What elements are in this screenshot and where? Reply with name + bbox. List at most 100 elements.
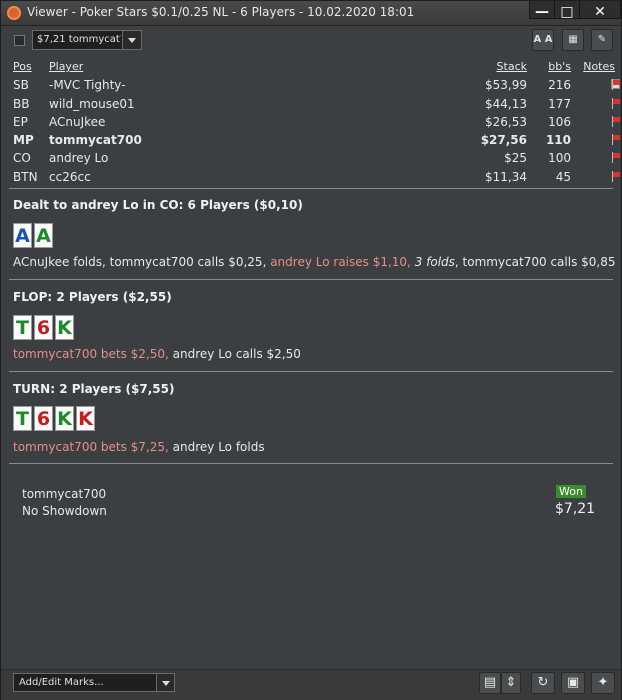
- grid-icon: ▦: [568, 34, 578, 45]
- player-bbs: 45: [555, 169, 571, 184]
- player-pos: BTN: [13, 169, 38, 184]
- flop-title: FLOP: 2 Players ($2,55): [13, 290, 172, 304]
- player-pos: EP: [13, 114, 28, 129]
- header-player[interactable]: Player: [49, 60, 83, 73]
- hand-selector-dropdown[interactable]: $7,21 tommycat700: [32, 30, 142, 50]
- title-bar[interactable]: Viewer - Poker Stars $0.1/0.25 NL - 6 Pl…: [1, 1, 621, 26]
- player-row[interactable]: BTN cc26cc $11,34 45: [13, 169, 620, 187]
- divider: [9, 463, 613, 464]
- player-bbs: 100: [548, 151, 571, 166]
- hole-cards: A A: [13, 223, 55, 248]
- card: A: [13, 223, 32, 248]
- player-stack: $27,56: [480, 133, 527, 148]
- preflop-actions: ACnuJkee folds, tommycat700 calls $0,25,…: [13, 255, 616, 269]
- header-pos[interactable]: Pos: [13, 60, 32, 73]
- window-title: Viewer - Poker Stars $0.1/0.25 NL - 6 Pl…: [27, 5, 415, 19]
- turn-cards: T 6 K K: [13, 406, 97, 431]
- action-text-highlight: tommycat700 bets $7,25,: [13, 440, 169, 454]
- card: K: [76, 406, 95, 431]
- divider: [9, 371, 613, 372]
- format-stepper[interactable]: ⇕: [501, 672, 521, 694]
- hand-selector-value: $7,21 tommycat700: [37, 34, 121, 45]
- viewer-toolbar: $7,21 tommycat700 A A ▦ ✎: [5, 29, 617, 51]
- bottom-bar: Add/Edit Marks... ▤ ⇕ ↻ ▣ ✦: [1, 669, 621, 700]
- player-pos: BB: [13, 96, 30, 111]
- up-down-icon: ⇕: [505, 675, 517, 690]
- flag-icon[interactable]: [611, 170, 621, 182]
- card: K: [55, 315, 74, 340]
- minimize-icon: —: [535, 4, 549, 20]
- card: T: [13, 315, 32, 340]
- pencil-icon: ✎: [597, 34, 607, 45]
- player-bbs: 106: [548, 114, 571, 129]
- hand-selector-arrow[interactable]: [122, 31, 141, 49]
- save-icon: ▣: [566, 675, 580, 690]
- clipboard-button[interactable]: ▤: [479, 672, 501, 694]
- player-bbs: 216: [548, 78, 571, 93]
- marks-dropdown-value: Add/Edit Marks...: [19, 677, 104, 688]
- hand-checkbox[interactable]: [14, 35, 25, 46]
- card-style-button[interactable]: A A: [532, 29, 554, 51]
- flag-icon[interactable]: [611, 79, 621, 91]
- player-stack: $44,13: [485, 96, 527, 111]
- flag-icon[interactable]: [611, 115, 621, 127]
- player-row[interactable]: CO andrey Lo $25 100: [13, 150, 620, 168]
- action-text: ACnuJkee folds, tommycat700 calls $0,25,: [13, 255, 271, 269]
- grid-view-button[interactable]: ▦: [562, 29, 584, 51]
- player-name: andrey Lo: [49, 151, 109, 166]
- won-amount: $7,21: [555, 501, 596, 517]
- player-pos: SB: [13, 78, 29, 93]
- player-name: wild_mouse01: [49, 96, 135, 111]
- player-pos: MP: [13, 133, 34, 148]
- flop-actions: tommycat700 bets $2,50, andrey Lo calls …: [13, 347, 301, 361]
- action-text: , tommycat700 calls $0,85: [454, 255, 616, 269]
- header-bbs[interactable]: bb's: [548, 60, 571, 73]
- action-text: andrey Lo folds: [168, 440, 265, 454]
- marks-dropdown-arrow[interactable]: [156, 674, 174, 691]
- divider: [9, 279, 613, 280]
- action-text-highlight: tommycat700 bets $2,50,: [13, 347, 169, 361]
- divider: [9, 188, 613, 189]
- close-button[interactable]: ✕: [579, 1, 621, 20]
- refresh-icon: ↻: [537, 675, 549, 690]
- header-stack[interactable]: Stack: [497, 60, 527, 73]
- flag-icon[interactable]: [611, 97, 621, 109]
- refresh-button[interactable]: ↻: [531, 672, 555, 694]
- won-badge: Won: [556, 485, 586, 498]
- edit-button[interactable]: ✎: [591, 29, 613, 51]
- chevron-down-icon: [128, 38, 136, 43]
- player-name: ACnuJkee: [49, 114, 106, 129]
- header-notes[interactable]: Notes: [583, 60, 615, 73]
- maximize-icon: □: [560, 4, 574, 20]
- twitter-icon: ✦: [597, 675, 609, 690]
- minimize-button[interactable]: —: [529, 1, 555, 20]
- player-stack: $25: [504, 151, 527, 166]
- close-icon: ✕: [594, 4, 606, 20]
- maximize-button[interactable]: □: [554, 1, 580, 20]
- showdown-status: No Showdown: [22, 504, 107, 518]
- flag-icon[interactable]: [611, 152, 621, 164]
- players-table: Pos Player Stack bb's Notes SB -MVC Tigh…: [13, 59, 620, 187]
- player-stack: $26,53: [485, 114, 527, 129]
- player-name: tommycat700: [49, 133, 142, 148]
- flop-cards: T 6 K: [13, 315, 76, 340]
- player-row[interactable]: SB -MVC Tighty- $53,99 216: [13, 77, 620, 95]
- save-button[interactable]: ▣: [561, 672, 585, 694]
- players-table-header: Pos Player Stack bb's Notes: [13, 59, 615, 77]
- player-pos: CO: [13, 151, 31, 166]
- player-name: -MVC Tighty-: [49, 78, 126, 93]
- twitter-button[interactable]: ✦: [591, 672, 615, 694]
- chevron-down-icon: [162, 681, 170, 686]
- marks-dropdown[interactable]: Add/Edit Marks...: [13, 673, 175, 692]
- card: K: [55, 406, 74, 431]
- player-row[interactable]: BB wild_mouse01 $44,13 177: [13, 96, 620, 114]
- card: 6: [34, 315, 53, 340]
- player-row[interactable]: EP ACnuJkee $26,53 106: [13, 114, 620, 132]
- action-text: andrey Lo calls $2,50: [168, 347, 301, 361]
- card: 6: [34, 406, 53, 431]
- player-row-hero[interactable]: MP tommycat700 $27,56 110: [13, 132, 620, 150]
- turn-actions: tommycat700 bets $7,25, andrey Lo folds: [13, 440, 265, 454]
- card: T: [13, 406, 32, 431]
- flag-icon[interactable]: [611, 134, 621, 146]
- winner-name: tommycat700: [22, 487, 107, 501]
